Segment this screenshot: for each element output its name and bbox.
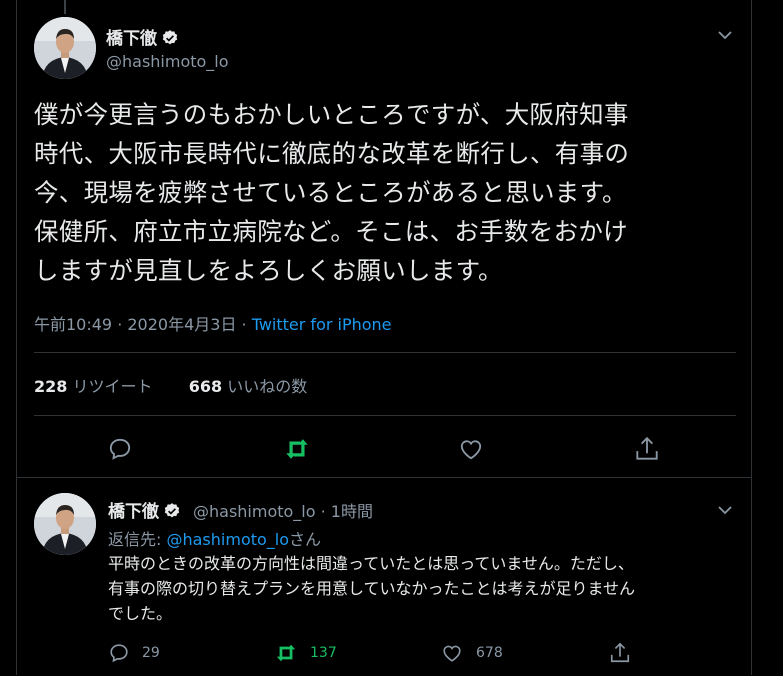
- retweet-icon[interactable]: [274, 642, 298, 668]
- chevron-down-icon[interactable]: [717, 501, 733, 520]
- source-link[interactable]: Twitter for iPhone: [252, 315, 392, 334]
- tweet-line: 保健所、府立市立病院など。そこは、お手数をおかけ: [34, 217, 628, 246]
- replying-to: 返信先: @hashimoto_loさん: [108, 530, 322, 549]
- reply-text: 平時のときの改革の方向性は間違っていたとは思っていません。ただし、 有事の際の切…: [108, 551, 635, 626]
- engagement-stats: 228 リツイート 668 いいねの数: [34, 373, 307, 397]
- retweet-icon[interactable]: [283, 436, 311, 466]
- tweet-text: 僕が今更言うのもおかしいところですが、大阪府知事 時代、大阪市長時代に徹底的な改…: [34, 95, 734, 290]
- reply-count: 29: [142, 645, 160, 661]
- reply-handle-time[interactable]: @hashimoto_lo · 1時間: [193, 498, 373, 522]
- chevron-down-icon[interactable]: [717, 26, 733, 45]
- like-label: いいねの数: [227, 377, 308, 396]
- retweet-count: 228: [34, 377, 68, 396]
- like-stat[interactable]: 668 いいねの数: [189, 377, 308, 396]
- author-name[interactable]: 橋下徹: [106, 24, 179, 52]
- reply-icon[interactable]: [107, 436, 133, 466]
- tweet-line: 僕が今更言うのもおかしいところですが、大阪府知事: [34, 100, 629, 129]
- retweet-label: リツイート: [72, 377, 153, 396]
- reply-line: 平時のときの改革の方向性は間違っていたとは思っていません。ただし、: [108, 554, 634, 573]
- reply-icon[interactable]: [108, 642, 130, 668]
- divider: [34, 415, 736, 416]
- share-icon[interactable]: [634, 435, 660, 467]
- tweet-line: しますが見直しをよろしくお願いします。: [34, 256, 503, 285]
- mention-link[interactable]: @hashimoto_lo: [166, 530, 289, 549]
- reply-author-name[interactable]: 橋下徹: [108, 497, 181, 525]
- like-icon[interactable]: [458, 436, 484, 466]
- retweet-count: 137: [310, 645, 337, 661]
- like-count: 668: [188, 377, 223, 396]
- tweet-meta: 午前10:49 · 2020年4月3日 · Twitter for iPhone: [34, 311, 392, 335]
- author-handle[interactable]: @hashimoto_lo: [106, 52, 229, 71]
- thread-connector: [64, 0, 66, 14]
- share-icon[interactable]: [609, 641, 631, 669]
- reply-line: でした。: [108, 604, 173, 623]
- divider: [34, 352, 736, 353]
- timestamp[interactable]: 午前10:49 · 2020年4月3日 ·: [34, 315, 252, 334]
- retweet-stat[interactable]: 228 リツイート: [34, 377, 153, 396]
- like-count: 678: [476, 645, 503, 661]
- verified-badge-icon: [161, 29, 179, 52]
- like-icon[interactable]: [441, 642, 463, 668]
- tweet-line: 時代、大阪市長時代に徹底的な改革を断行し、有事の: [34, 139, 630, 168]
- reply-line: 有事の際の切り替えプランを用意していなかったことは考えが足りません: [108, 579, 636, 598]
- tweet-line: 今、現場を疲弊させているところがあると思います。: [34, 178, 627, 207]
- avatar[interactable]: [34, 17, 96, 79]
- reply-avatar[interactable]: [34, 493, 96, 555]
- verified-badge-icon: [163, 502, 181, 525]
